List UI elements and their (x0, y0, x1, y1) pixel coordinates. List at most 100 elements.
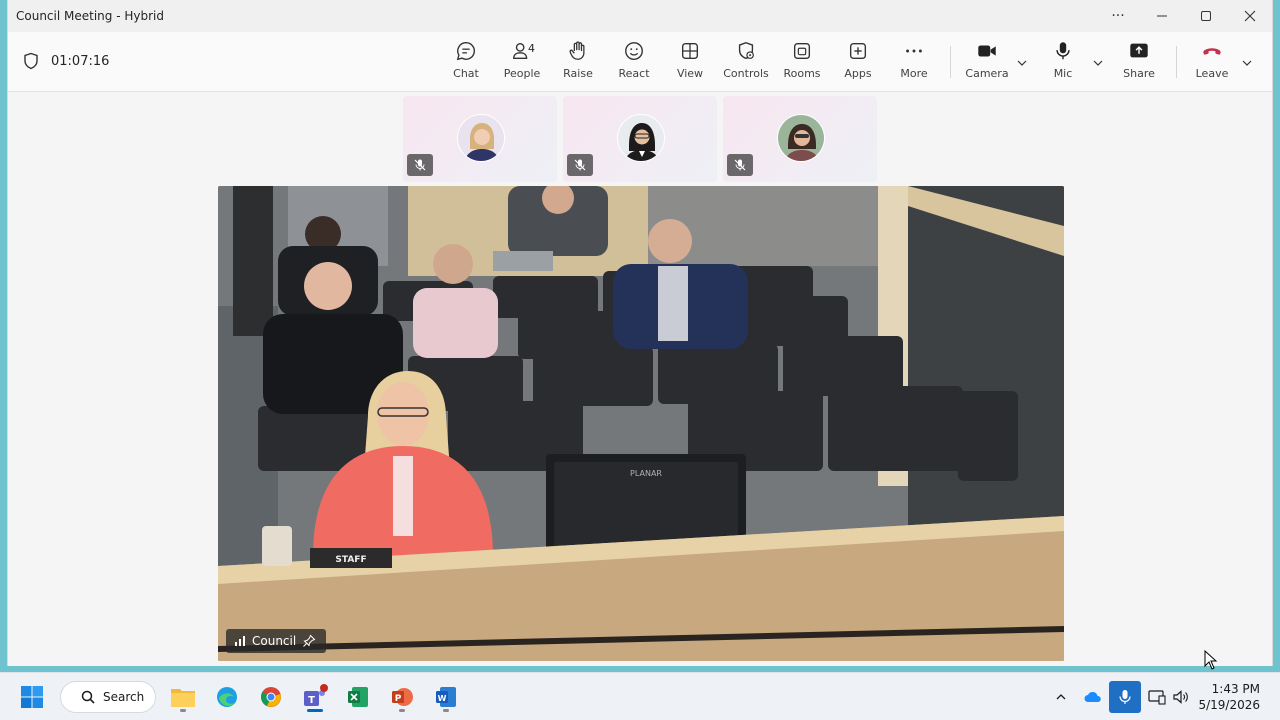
search-icon (81, 690, 95, 704)
clock-time: 1:43 PM (1211, 682, 1260, 696)
minimize-icon (1157, 15, 1167, 17)
video-source-name: Council (252, 634, 297, 648)
leave-label: Leave (1195, 67, 1229, 80)
volume-tray-icon[interactable] (1165, 681, 1197, 713)
microphone-icon (1056, 42, 1070, 60)
taskbar-search[interactable]: Search (60, 681, 156, 713)
more-label: More (900, 67, 928, 80)
more-dots-icon: ··· (1111, 8, 1125, 24)
toolbar-separator (950, 46, 951, 78)
participant-muted-indicator (407, 154, 433, 176)
people-button[interactable]: 4 People (494, 40, 550, 86)
main-video-feed[interactable]: PLANAR STAFF Council (218, 186, 1064, 661)
participant-photo-icon (458, 115, 504, 161)
taskbar-edge[interactable] (211, 681, 243, 713)
more-button[interactable]: More (886, 40, 942, 86)
running-indicator (180, 709, 186, 712)
chat-label: Chat (453, 67, 479, 80)
teams-window: Council Meeting - Hybrid ··· 01:07:16 Ch… (7, 0, 1273, 666)
taskbar-teams[interactable]: T (299, 681, 331, 713)
teams-app-icon: T (304, 684, 328, 706)
raise-label: Raise (563, 67, 593, 80)
taskbar-file-explorer[interactable] (167, 681, 199, 713)
svg-text:P: P (395, 694, 402, 704)
apps-button[interactable]: Apps (830, 40, 886, 86)
running-indicator (399, 709, 405, 712)
participant-photo-icon (618, 115, 664, 161)
signal-bars-icon (235, 636, 245, 646)
taskbar-chrome[interactable] (255, 681, 287, 713)
share-button[interactable]: Share (1111, 40, 1167, 86)
rooms-button[interactable]: Rooms (774, 40, 830, 86)
meeting-toolbar: 01:07:16 Chat 4 People Raise React View … (8, 32, 1272, 92)
speaker-icon (1173, 690, 1188, 704)
shield-gear-icon (738, 42, 754, 60)
leave-button[interactable]: Leave (1184, 40, 1240, 86)
taskbar-powerpoint[interactable]: P (386, 681, 418, 713)
controls-label: Controls (723, 67, 769, 80)
word-app-icon: W (436, 687, 456, 707)
pin-icon[interactable] (302, 634, 316, 648)
leave-options-chevron-icon[interactable] (1240, 56, 1254, 70)
grid-icon (681, 42, 699, 60)
search-label: Search (103, 690, 145, 704)
taskbar-word[interactable]: W (430, 681, 462, 713)
monitor-brand-label: PLANAR (630, 469, 662, 478)
chat-button[interactable]: Chat (438, 40, 494, 86)
excel-app-icon (348, 687, 368, 707)
title-bar: Council Meeting - Hybrid ··· (8, 0, 1272, 32)
windows-taskbar: Search T P W 1:43 PM 5/19/2026 (0, 672, 1280, 720)
window-more-button[interactable]: ··· (1096, 0, 1140, 32)
video-source-label[interactable]: Council (226, 629, 327, 653)
minimize-button[interactable] (1140, 0, 1184, 32)
react-button[interactable]: React (606, 40, 662, 86)
view-label: View (676, 67, 704, 80)
rooms-icon (793, 42, 811, 60)
edge-browser-icon (217, 687, 237, 707)
network-ethernet-icon (1148, 690, 1166, 705)
taskbar-excel[interactable] (342, 681, 374, 713)
participant-photo-icon (778, 115, 824, 161)
smiley-icon (625, 42, 643, 60)
people-count-badge: 4 (528, 42, 535, 55)
active-app-indicator (307, 709, 323, 712)
taskbar-clock[interactable]: 1:43 PM 5/19/2026 (1198, 681, 1260, 713)
participant-tile[interactable] (723, 96, 877, 182)
close-button[interactable] (1228, 0, 1272, 32)
maximize-icon (1201, 11, 1211, 21)
raise-hand-button[interactable]: Raise (550, 40, 606, 86)
controls-button[interactable]: Controls (718, 40, 774, 86)
shield-icon (24, 52, 38, 70)
people-label: People (503, 67, 541, 80)
maximize-button[interactable] (1184, 0, 1228, 32)
participant-muted-indicator (727, 154, 753, 176)
mic-options-chevron-icon[interactable] (1091, 56, 1105, 70)
onedrive-tray-icon[interactable] (1077, 681, 1109, 713)
mic-off-icon (414, 159, 426, 171)
view-button[interactable]: View (662, 40, 718, 86)
start-button[interactable] (16, 681, 48, 713)
svg-text:W: W (438, 694, 447, 703)
apps-plus-icon (849, 42, 867, 60)
participant-tile[interactable] (563, 96, 717, 182)
hand-icon (569, 41, 585, 60)
camera-label: Camera (965, 67, 1009, 80)
windows-logo-icon (21, 686, 43, 708)
participant-muted-indicator (567, 154, 593, 176)
apps-label: Apps (844, 67, 872, 80)
camera-options-chevron-icon[interactable] (1015, 56, 1029, 70)
participant-tile[interactable] (403, 96, 557, 182)
mic-off-icon (734, 159, 746, 171)
chat-icon (456, 42, 475, 61)
camera-icon (978, 45, 996, 57)
camera-button[interactable]: Camera (959, 40, 1015, 86)
powerpoint-app-icon: P (392, 688, 413, 706)
window-controls: ··· (1096, 0, 1272, 32)
mic-button[interactable]: Mic (1035, 40, 1091, 86)
react-label: React (618, 67, 650, 80)
participant-avatar (457, 114, 505, 162)
microphone-in-use-tray-icon[interactable] (1109, 681, 1141, 713)
close-icon (1244, 10, 1256, 22)
mic-label: Mic (1053, 67, 1073, 80)
show-hidden-icons-button[interactable] (1045, 681, 1077, 713)
